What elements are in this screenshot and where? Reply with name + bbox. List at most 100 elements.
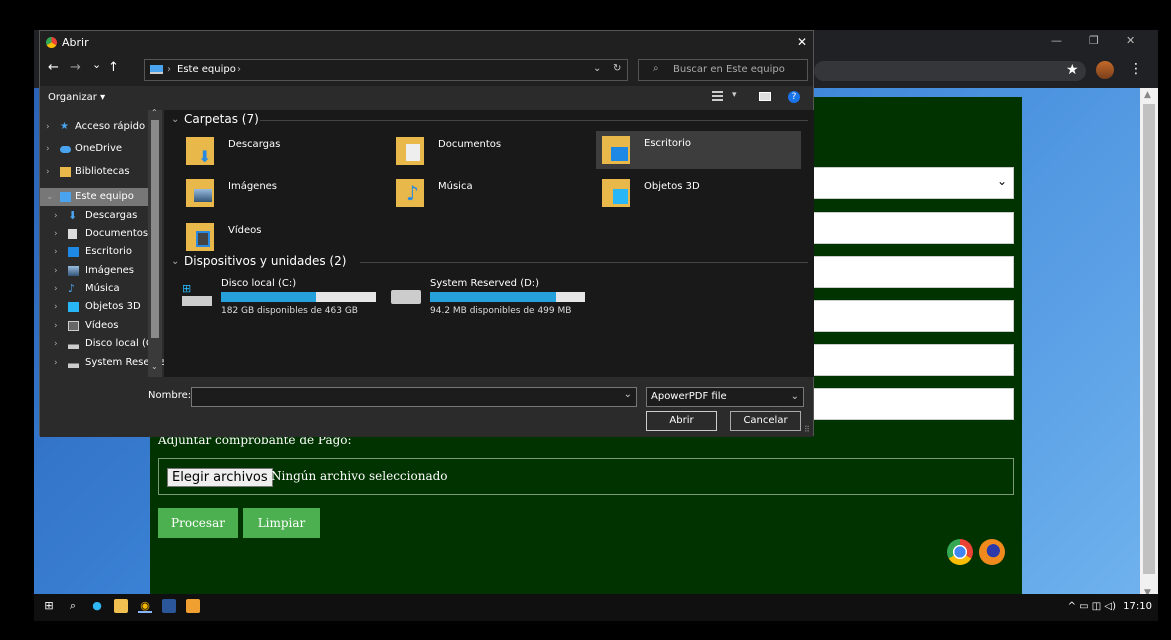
folder-label: Documentos bbox=[438, 139, 502, 150]
nav-scroll-thumb[interactable] bbox=[151, 120, 159, 338]
nav-item-music[interactable]: › ♪ Música bbox=[40, 280, 163, 298]
nav-item-libraries[interactable]: › Bibliotecas bbox=[40, 163, 163, 181]
collapse-devices-icon[interactable]: ⌄ bbox=[171, 256, 179, 267]
restore-button[interactable]: ❐ bbox=[1089, 34, 1099, 47]
nav-item-pictures[interactable]: › Imágenes bbox=[40, 262, 163, 280]
filename-label: Nombre: bbox=[148, 390, 192, 401]
edge-icon[interactable]: ● bbox=[90, 599, 104, 613]
help-icon[interactable]: ? bbox=[788, 91, 800, 103]
recent-locations-icon[interactable]: ⌄ bbox=[92, 58, 101, 71]
collapse-folders-icon[interactable]: ⌄ bbox=[171, 114, 179, 125]
resize-grip-icon[interactable]: ⠿ bbox=[804, 425, 810, 434]
scroll-up-icon[interactable]: ▲ bbox=[1144, 90, 1151, 100]
process-button[interactable]: Procesar bbox=[158, 508, 238, 538]
expand-icon[interactable]: › bbox=[54, 243, 58, 261]
address-dropdown-icon[interactable]: ⌄ bbox=[593, 63, 601, 74]
open-button[interactable]: Abrir bbox=[646, 411, 717, 431]
expand-icon[interactable]: › bbox=[46, 163, 50, 181]
expand-icon[interactable]: › bbox=[54, 298, 58, 316]
folder-downloads[interactable]: ⬇ Descargas bbox=[180, 134, 380, 170]
profile-avatar[interactable] bbox=[1096, 61, 1114, 79]
scroll-thumb[interactable] bbox=[1143, 104, 1155, 574]
nav-item-videos[interactable]: › Vídeos bbox=[40, 317, 163, 335]
folder-pictures[interactable]: Imágenes bbox=[180, 176, 380, 212]
expand-icon[interactable]: › bbox=[54, 262, 58, 280]
organize-menu[interactable]: Organizar ▾ bbox=[48, 92, 105, 103]
nav-item-this-pc[interactable]: ⌄ Este equipo bbox=[40, 188, 148, 206]
folder-desktop[interactable]: Escritorio bbox=[596, 131, 801, 169]
back-icon[interactable]: ← bbox=[48, 60, 59, 75]
address-bar[interactable] bbox=[814, 61, 1086, 81]
expand-icon[interactable]: › bbox=[54, 317, 58, 335]
breadcrumb-item[interactable]: Este equipo bbox=[177, 64, 236, 75]
folder-music[interactable]: ♪ Música bbox=[390, 176, 590, 212]
dialog-close-button[interactable]: ✕ bbox=[797, 35, 807, 49]
minimize-button[interactable]: — bbox=[1051, 34, 1062, 47]
drive-d[interactable]: System Reserved (D:) 94.2 MB disponibles… bbox=[387, 278, 587, 323]
nav-item-quick-access[interactable]: › ★ Acceso rápido bbox=[40, 118, 163, 136]
nav-item-3d-objects[interactable]: › Objetos 3D bbox=[40, 298, 163, 316]
firefox-logo-icon bbox=[979, 539, 1005, 565]
scroll-up-icon[interactable]: ⌃ bbox=[151, 108, 158, 117]
tray-icons[interactable]: ^ ▭ ◫ ◁) bbox=[1068, 601, 1116, 612]
preview-pane-icon[interactable] bbox=[759, 92, 771, 101]
nav-item-label: Este equipo bbox=[75, 191, 134, 202]
nav-item-system-reserved[interactable]: › System Reserve bbox=[40, 354, 166, 372]
chrome-small-icon bbox=[46, 37, 57, 48]
drive-c[interactable]: ⊞ Disco local (C:) 182 GB disponibles de… bbox=[178, 278, 378, 323]
chrome-taskbar-icon[interactable]: ◉ bbox=[138, 599, 152, 613]
filename-dropdown-icon[interactable]: ⌄ bbox=[624, 389, 632, 400]
dialog-toolbar: Organizar ▾ ▾ ? bbox=[40, 86, 813, 110]
close-window-button[interactable]: ✕ bbox=[1126, 34, 1135, 47]
drive-usage-fill bbox=[430, 292, 556, 302]
search-icon[interactable]: ⌕ bbox=[66, 599, 80, 613]
devices-group-header[interactable]: Dispositivos y unidades (2) bbox=[184, 254, 346, 268]
expand-icon[interactable]: › bbox=[46, 118, 50, 136]
expand-icon[interactable]: › bbox=[54, 225, 58, 243]
expand-icon[interactable]: › bbox=[46, 140, 50, 158]
screen: — ❐ ✕ ★ ⋮ ▲ ▼ ⌄ Adjuntar comprobante de … bbox=[34, 30, 1158, 621]
apowerpdf-icon[interactable] bbox=[186, 599, 200, 613]
menu-icon[interactable]: ⋮ bbox=[1129, 61, 1143, 77]
bookmark-star-icon[interactable]: ★ bbox=[1066, 62, 1079, 78]
nav-item-local-disk[interactable]: › Disco local (C:) bbox=[40, 335, 163, 353]
word-icon[interactable] bbox=[162, 599, 176, 613]
expand-icon[interactable]: › bbox=[54, 280, 58, 298]
file-input[interactable]: Elegir archivos Ningún archivo seleccion… bbox=[158, 458, 1014, 495]
expand-icon[interactable]: › bbox=[54, 207, 58, 225]
search-box[interactable]: ⌕ Buscar en Este equipo bbox=[638, 59, 808, 81]
nav-item-desktop[interactable]: › Escritorio bbox=[40, 243, 163, 261]
group-divider bbox=[360, 262, 808, 263]
nav-scrollbar[interactable]: ⌃ ⌄ bbox=[148, 108, 162, 377]
file-explorer-icon[interactable] bbox=[114, 599, 128, 613]
download-icon: ⬇ bbox=[68, 209, 78, 222]
collapse-icon[interactable]: ⌄ bbox=[46, 188, 54, 206]
view-dropdown-icon[interactable]: ▾ bbox=[732, 90, 737, 100]
folder-videos[interactable]: Vídeos bbox=[180, 220, 380, 256]
breadcrumb-separator: › bbox=[237, 64, 241, 75]
nav-item-onedrive[interactable]: › OneDrive bbox=[40, 140, 163, 158]
cancel-button[interactable]: Cancelar bbox=[730, 411, 801, 431]
address-breadcrumb[interactable]: › Este equipo › ⌄ ↻ bbox=[144, 59, 628, 81]
clear-button[interactable]: Limpiar bbox=[243, 508, 320, 538]
folders-group-header[interactable]: Carpetas (7) bbox=[184, 112, 259, 126]
expand-icon[interactable]: › bbox=[54, 335, 58, 353]
scroll-down-icon[interactable]: ⌄ bbox=[151, 362, 158, 371]
nav-item-downloads[interactable]: › ⬇ Descargas bbox=[40, 207, 163, 225]
folder-3d-objects[interactable]: Objetos 3D bbox=[596, 176, 796, 212]
system-clock[interactable]: 17:10 bbox=[1123, 601, 1152, 612]
up-icon[interactable]: ↑ bbox=[108, 60, 119, 75]
nav-item-documents[interactable]: › Documentos bbox=[40, 225, 163, 243]
view-options-icon[interactable] bbox=[712, 91, 723, 102]
choose-files-button[interactable]: Elegir archivos bbox=[167, 468, 273, 487]
folder-documents[interactable]: Documentos bbox=[390, 134, 590, 170]
drive-icon bbox=[391, 290, 421, 304]
refresh-icon[interactable]: ↻ bbox=[613, 63, 621, 74]
nav-item-label: Acceso rápido bbox=[75, 121, 146, 132]
forward-icon[interactable]: → bbox=[70, 60, 81, 75]
expand-icon[interactable]: › bbox=[54, 354, 58, 372]
file-type-select[interactable]: ApowerPDF file ⌄ bbox=[646, 387, 804, 407]
windows-start-icon[interactable]: ⊞ bbox=[42, 599, 56, 613]
page-scrollbar[interactable]: ▲ ▼ bbox=[1140, 88, 1158, 602]
filename-input[interactable]: ⌄ bbox=[191, 387, 637, 407]
